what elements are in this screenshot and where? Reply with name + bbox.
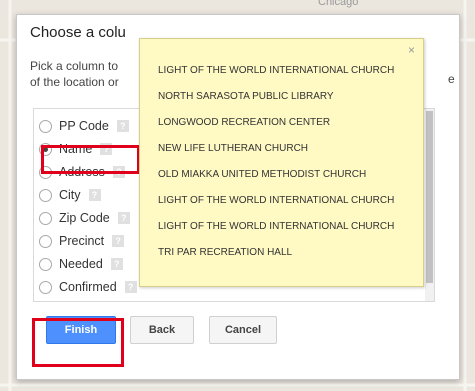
close-icon[interactable]: × — [408, 43, 415, 57]
sample-values-popup: × LIGHT OF THE WORLD INTERNATIONAL CHURC… — [139, 38, 424, 287]
radio-zip-code[interactable] — [39, 211, 52, 225]
option-confirmed[interactable]: Confirmed ? — [39, 278, 137, 296]
map-city-label: Chicago — [318, 0, 359, 8]
option-label-confirmed: Confirmed — [59, 280, 117, 294]
help-icon[interactable]: ? — [124, 281, 137, 293]
option-label-needed: Needed — [59, 257, 103, 271]
radio-city[interactable] — [39, 188, 52, 202]
option-label-pp-code: PP Code — [59, 119, 109, 133]
option-pp-code[interactable]: PP Code ? — [39, 117, 129, 135]
scrollbar-thumb[interactable] — [426, 111, 433, 283]
popup-item: LIGHT OF THE WORLD INTERNATIONAL CHURCH — [158, 195, 395, 206]
option-label-precinct: Precinct — [59, 234, 105, 248]
option-zip-code[interactable]: Zip Code ? — [39, 209, 130, 227]
cancel-button[interactable]: Cancel — [209, 316, 277, 344]
help-icon[interactable]: ? — [110, 258, 123, 270]
popup-item: TRI PAR RECREATION HALL — [158, 247, 293, 258]
back-button[interactable]: Back — [130, 316, 194, 344]
popup-item: OLD MIAKKA UNITED METHODIST CHURCH — [158, 169, 367, 180]
help-icon[interactable]: ? — [112, 235, 125, 247]
option-label-city: City — [59, 188, 81, 202]
dialog-title: Choose a colu — [30, 24, 126, 41]
option-city[interactable]: City ? — [39, 186, 101, 204]
finish-button-highlight — [32, 318, 124, 367]
popup-item: NORTH SARASOTA PUBLIC LIBRARY — [158, 91, 334, 102]
option-precinct[interactable]: Precinct ? — [39, 232, 125, 250]
option-label-zip-code: Zip Code — [59, 211, 110, 225]
radio-needed[interactable] — [39, 257, 52, 271]
radio-precinct[interactable] — [39, 234, 52, 248]
column-list-scrollbar[interactable] — [425, 109, 434, 301]
option-needed[interactable]: Needed ? — [39, 255, 123, 273]
name-option-highlight — [41, 145, 140, 174]
help-icon[interactable]: ? — [116, 120, 129, 132]
radio-confirmed[interactable] — [39, 280, 52, 294]
radio-pp-code[interactable] — [39, 119, 52, 133]
help-icon[interactable]: ? — [88, 189, 101, 201]
popup-item: LIGHT OF THE WORLD INTERNATIONAL CHURCH — [158, 221, 395, 232]
popup-item: LONGWOOD RECREATION CENTER — [158, 117, 331, 128]
popup-item: LIGHT OF THE WORLD INTERNATIONAL CHURCH — [158, 65, 395, 76]
description-tail: e — [448, 72, 455, 86]
help-icon[interactable]: ? — [117, 212, 130, 224]
popup-item: NEW LIFE LUTHERAN CHURCH — [158, 143, 309, 154]
